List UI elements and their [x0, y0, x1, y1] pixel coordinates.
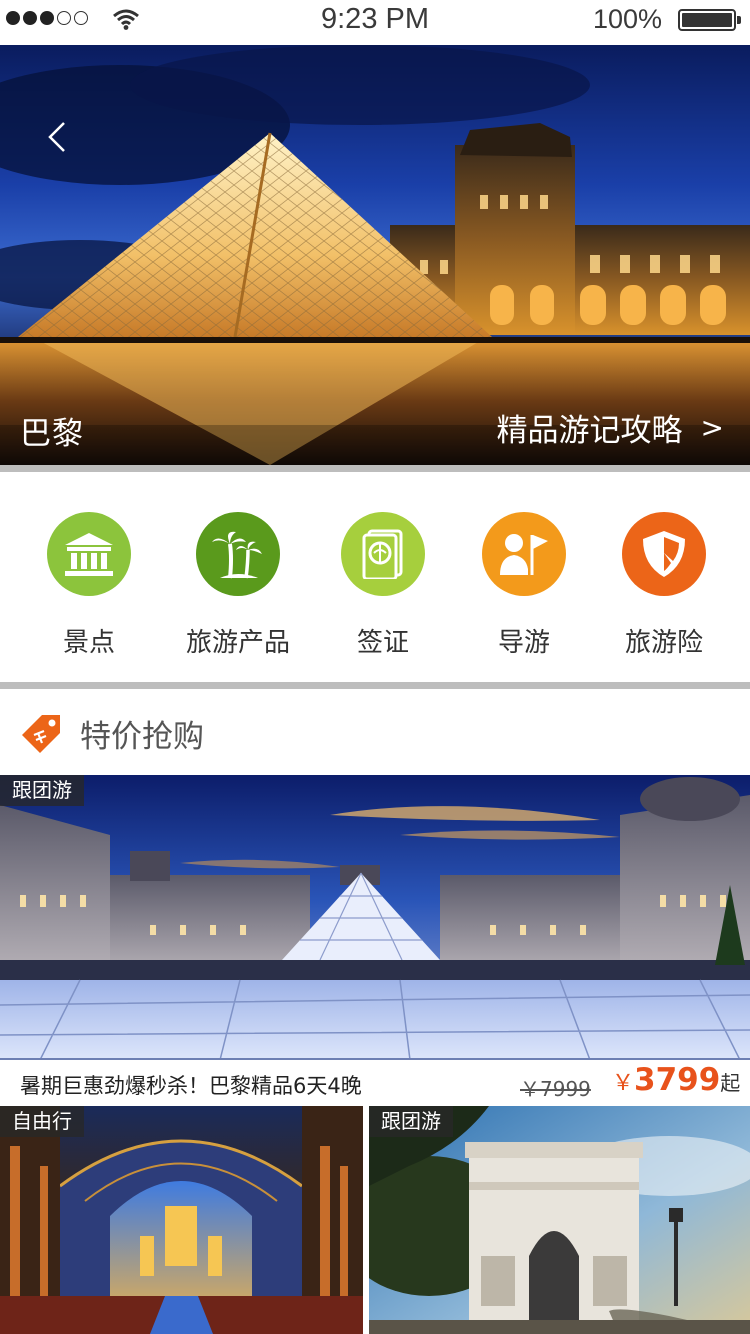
sale-price: ￥3799起: [612, 1062, 740, 1098]
featured-deal-card[interactable]: 跟团游: [0, 775, 750, 1060]
arc-de-triomphe-photo: [369, 1106, 750, 1334]
category-label: 导游: [497, 628, 550, 658]
louvre-night-photo: [0, 45, 750, 465]
category-guide[interactable]: 导游: [449, 512, 599, 659]
status-bar: 9:23 PM 100%: [0, 0, 750, 40]
hero-banner[interactable]: 巴黎 精品游记攻略 >: [0, 45, 750, 465]
deal-card-group-tour[interactable]: 跟团游: [369, 1106, 750, 1334]
travel-guide-link[interactable]: 精品游记攻略 >: [497, 405, 724, 450]
section-header: 特价抢购: [0, 689, 750, 775]
divider: [0, 465, 750, 472]
hero-city-name: 巴黎: [20, 416, 84, 452]
bank-icon: [47, 512, 131, 596]
price-amount: 3799: [634, 1062, 721, 1098]
deal-title: 暑期巨惠劲爆秒杀！巴黎精品6天4晚: [20, 1074, 362, 1098]
chevron-right-icon: >: [700, 411, 724, 444]
battery-percentage: 100%: [592, 4, 662, 34]
category-travel-products[interactable]: 旅游产品: [163, 512, 313, 659]
tour-type-tag: 跟团游: [369, 1106, 453, 1137]
palm-tree-icon: [196, 512, 280, 596]
category-label: 旅游产品: [185, 628, 290, 658]
category-visa[interactable]: 签证: [308, 512, 458, 659]
guide-flag-icon: [482, 512, 566, 596]
deal-card-free-travel[interactable]: 自由行: [0, 1106, 363, 1334]
price-suffix: 起: [720, 1071, 741, 1095]
category-insurance[interactable]: 旅游险: [589, 512, 739, 659]
currency-symbol: ￥: [612, 1071, 635, 1096]
divider: [0, 682, 750, 689]
back-chevron-icon[interactable]: [40, 119, 76, 155]
shield-icon: [622, 512, 706, 596]
category-label: 旅游险: [624, 628, 703, 658]
category-attractions[interactable]: 景点: [14, 512, 164, 659]
price-tag-icon: [22, 715, 60, 753]
category-nav: 景点 旅游产品 签证 导游 旅游险: [0, 472, 750, 682]
tour-type-tag: 自由行: [0, 1106, 84, 1137]
category-label: 景点: [62, 628, 115, 658]
featured-deal-info[interactable]: 暑期巨惠劲爆秒杀！巴黎精品6天4晚 ￥7999 ￥3799起: [0, 1060, 750, 1106]
battery-icon: [678, 9, 741, 31]
cathedral-interior-photo: [0, 1106, 363, 1334]
original-price: ￥7999: [520, 1077, 591, 1101]
travel-guide-label: 精品游记攻略: [496, 413, 683, 449]
passport-icon: [341, 512, 425, 596]
section-title: 特价抢购: [80, 719, 204, 755]
tour-type-tag: 跟团游: [0, 775, 84, 806]
louvre-courtyard-photo: [0, 775, 750, 1060]
category-label: 签证: [356, 628, 409, 658]
